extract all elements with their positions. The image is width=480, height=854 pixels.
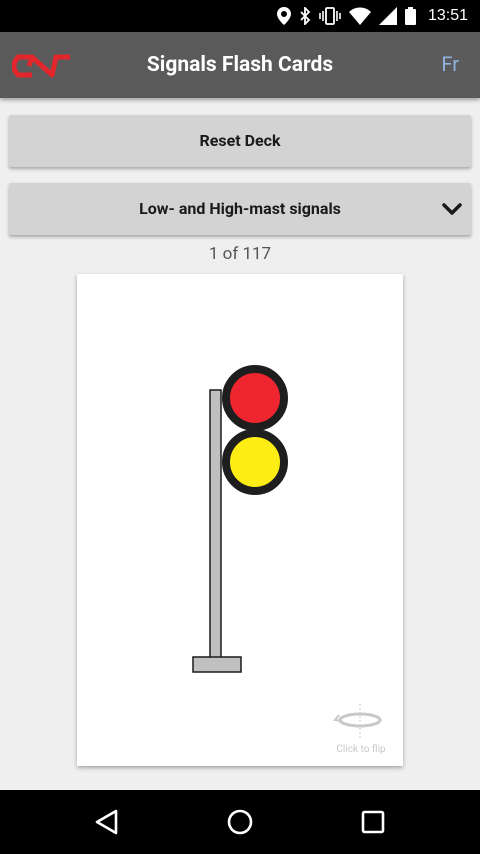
navigation-bar — [0, 790, 480, 854]
language-toggle[interactable]: Fr — [441, 32, 459, 98]
status-icons: 13:51 — [276, 0, 468, 32]
home-icon[interactable] — [223, 805, 257, 839]
recent-apps-icon[interactable] — [356, 805, 390, 839]
battery-icon — [404, 7, 416, 25]
reset-deck-button[interactable]: Reset Deck — [9, 115, 471, 167]
bluetooth-icon — [300, 7, 311, 25]
app-bar: Signals Flash Cards Fr — [0, 32, 480, 98]
wifi-icon — [348, 7, 371, 25]
deck-selector-label: Low- and High-mast signals — [139, 199, 341, 218]
signal-base — [192, 656, 242, 673]
card-counter: 1 of 117 — [208, 244, 272, 264]
flip-icon[interactable] — [333, 704, 387, 738]
signal-mast — [209, 389, 222, 661]
yellow-light — [222, 429, 288, 495]
status-bar: 13:51 — [0, 0, 480, 32]
location-icon — [276, 7, 291, 25]
status-time: 13:51 — [427, 7, 468, 24]
red-light — [222, 365, 288, 431]
cell-signal-icon — [378, 7, 397, 25]
flip-label[interactable]: Click to flip — [321, 744, 401, 755]
signal-illustration — [192, 365, 288, 673]
chevron-down-icon — [442, 203, 462, 215]
deck-selector[interactable]: Low- and High-mast signals — [9, 183, 471, 235]
vibrate-icon — [319, 7, 341, 25]
app-title: Signals Flash Cards — [146, 53, 334, 77]
flash-card[interactable]: Click to flip — [77, 274, 403, 766]
back-icon[interactable] — [90, 805, 124, 839]
